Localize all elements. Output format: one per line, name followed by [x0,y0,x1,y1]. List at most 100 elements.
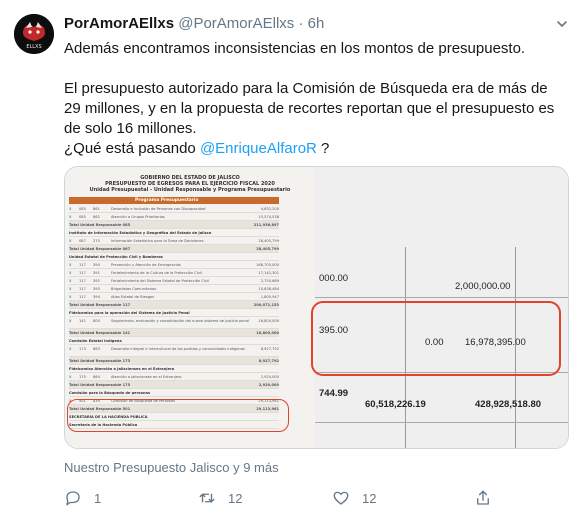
doc-cell: Atención a Grupos Prioritarios [111,215,165,219]
doc-cell: 117 [79,271,86,275]
retweet-icon [199,493,215,503]
doc-table-row: Fideicomiso para la operación del Sistem… [69,309,279,317]
budget-document-image: GOBIERNO DEL ESTADO DE JALISCO PRESUPUES… [65,167,315,448]
doc-table-row: Comisión Estatal Indígena [69,337,279,345]
tweet-media[interactable]: GOBIERNO DEL ESTADO DE JALISCO PRESUPUES… [64,166,569,449]
doc-cell: Unidad Estatal de Protección Civil y Bom… [69,255,163,259]
reply-icon [66,491,80,506]
like-button[interactable]: 12 [332,488,376,508]
doc-cell: X [69,207,72,211]
tweet[interactable]: ELLXS PorAmorAEllxs @PorAmorAEllxs · 6h … [0,0,582,522]
heart-icon [333,491,349,505]
doc-cell: X [69,239,72,243]
doc-table-row: X 117 391 Fortalecimiento de la Cultura de … [69,269,279,277]
doc-cell: Total Unidad Responsable 173 [69,359,131,363]
doc-cell: 085 [79,215,86,219]
doc-cell: 117 [79,287,86,291]
display-name[interactable]: PorAmorAEllxs [64,15,174,32]
doc-table-row: Total Unidad Responsable 173 8,927,792 [69,357,279,365]
doc-cell: Atención a jaliscienses en el Extranjero [111,375,182,379]
doc-table-row: Total Unidad Responsable 087 28,405,799 [69,245,279,253]
doc-cell: 175 [79,375,86,379]
doc-cell: 392 [93,279,100,283]
tweet-text-line: El presupuesto autorizado para la Comisi… [64,80,555,137]
doc-cell: Fideicomiso Atención a Jaliscienses en e… [69,367,175,371]
doc-cell: Atlas Estatal de Riesgos [111,295,155,299]
doc-cell: 117 [79,279,86,283]
doc-table-row: X 087 270 Información Estadística para la T… [69,237,279,245]
doc-cell: 085 [79,207,86,211]
doc-table-row: Total Unidad Responsable 085 211,936,897 [69,221,279,229]
doc-cell: X [69,347,72,351]
doc-table-row: Total Unidad Responsable 141 16,800,000 [69,329,279,337]
highlight-circle [67,399,289,432]
doc-cell: 2,750,669 [260,279,279,283]
doc-cell: Seguimiento, evaluación y consolidación … [111,319,249,323]
chevron-down-icon[interactable] [556,18,568,30]
doc-cell: 117 [79,295,86,299]
doc-cell: X [69,279,72,283]
doc-cell: Comisión para la Búsqueda de personas [69,391,151,395]
doc-cell: 393 [93,287,100,291]
doc-cell: 863 [93,347,100,351]
doc-cell: 862 [93,215,100,219]
doc-cell: 17,142,301 [258,271,279,275]
doc-cell: 173 [79,347,86,351]
zoomed-budget-image: 000.00 2,000,000.00 395.00 0.00 16,978,3… [311,167,568,448]
doc-cell: 200,071,153 [253,303,279,307]
doc-cell: Instituto de Información Estadística y G… [69,231,212,235]
doc-cell: 168,705,000 [256,263,279,267]
doc-cell: 8,927,792 [258,359,279,363]
doc-table-row: Comisión para la Búsqueda de personas [69,389,279,397]
share-icon [477,490,489,505]
doc-table-row: X 117 393 Brigadistas Comunitarios 10,838,48… [69,285,279,293]
doc-table-row: Total Unidad Responsable 175 2,920,000 [69,381,279,389]
doc-table-row: X 085 862 Atención a Grupos Prioritarios 15,… [69,213,279,221]
retweet-button[interactable]: 12 [198,488,242,508]
doc-table-row: Fideicomiso Atención a Jaliscienses en e… [69,365,279,373]
like-count: 12 [362,490,377,506]
separator-dot: · [298,15,304,32]
doc-cell: 391 [93,271,100,275]
timestamp[interactable]: 6h [308,15,325,32]
zoom-value: 428,928,518.80 [475,399,542,410]
doc-cell: Prevención y Atención de Emergencias [111,263,181,267]
doc-table-row: X 117 394 Atlas Estatal de Riesgos 1,805,947 [69,293,279,301]
doc-cell: Brigadistas Comunitarios [111,287,157,291]
share-button[interactable] [474,488,492,508]
doc-cell: Información Estadística para la Toma de … [111,239,204,243]
retweet-count: 12 [228,490,243,506]
doc-table-row: X 117 390 Prevención y Atención de Emergenc… [69,261,279,269]
doc-cell: X [69,287,72,291]
doc-cell: 270 [93,239,100,243]
doc-cell: 1,805,947 [260,295,279,299]
doc-cell: Total Unidad Responsable 175 [69,383,131,387]
reply-button[interactable]: 1 [64,488,101,508]
reply-count: 1 [94,490,102,506]
doc-table-row: X 175 864 Atención a jaliscienses en el Ext… [69,373,279,381]
zoom-value: 2,000,000.00 [455,281,511,292]
avatar[interactable]: ELLXS [14,14,54,54]
tweet-header: PorAmorAEllxs @PorAmorAEllxs · 6h [64,14,324,34]
doc-table-row: X 173 863 Desarrollo integral e intercultur… [69,345,279,357]
doc-cell: 15,574,538 [258,215,279,219]
doc-cell: 087 [79,239,86,243]
doc-cell: 2,920,000 [258,383,279,387]
doc-cell: 394 [93,295,100,299]
doc-cell: X [69,295,72,299]
tweet-text-line: ¿Qué está pasando @EnriqueAlfaroR ? [64,139,564,159]
zoom-value: 744.99 [319,388,349,399]
doc-cell: Desarrollo integral e intercultural de l… [111,347,245,351]
user-handle[interactable]: @PorAmorAEllxs [178,15,294,32]
media-tags[interactable]: Nuestro Presupuesto Jalisco y 9 más [64,460,279,476]
zoom-value: 000.00 [319,273,349,284]
doc-cell: Total Unidad Responsable 141 [69,331,131,335]
doc-table-row: Instituto de Información Estadística y G… [69,229,279,237]
doc-col-header: Programa Presupuestario [135,198,199,203]
doc-cell: 141 [79,319,86,323]
mention-link[interactable]: @EnriqueAlfaroR [200,140,317,157]
question-suffix: ? [316,140,330,157]
doc-cell: 10,838,484 [258,287,279,291]
avatar-text: ELLXS [26,44,41,50]
doc-cell: 16,800,000 [258,319,279,323]
